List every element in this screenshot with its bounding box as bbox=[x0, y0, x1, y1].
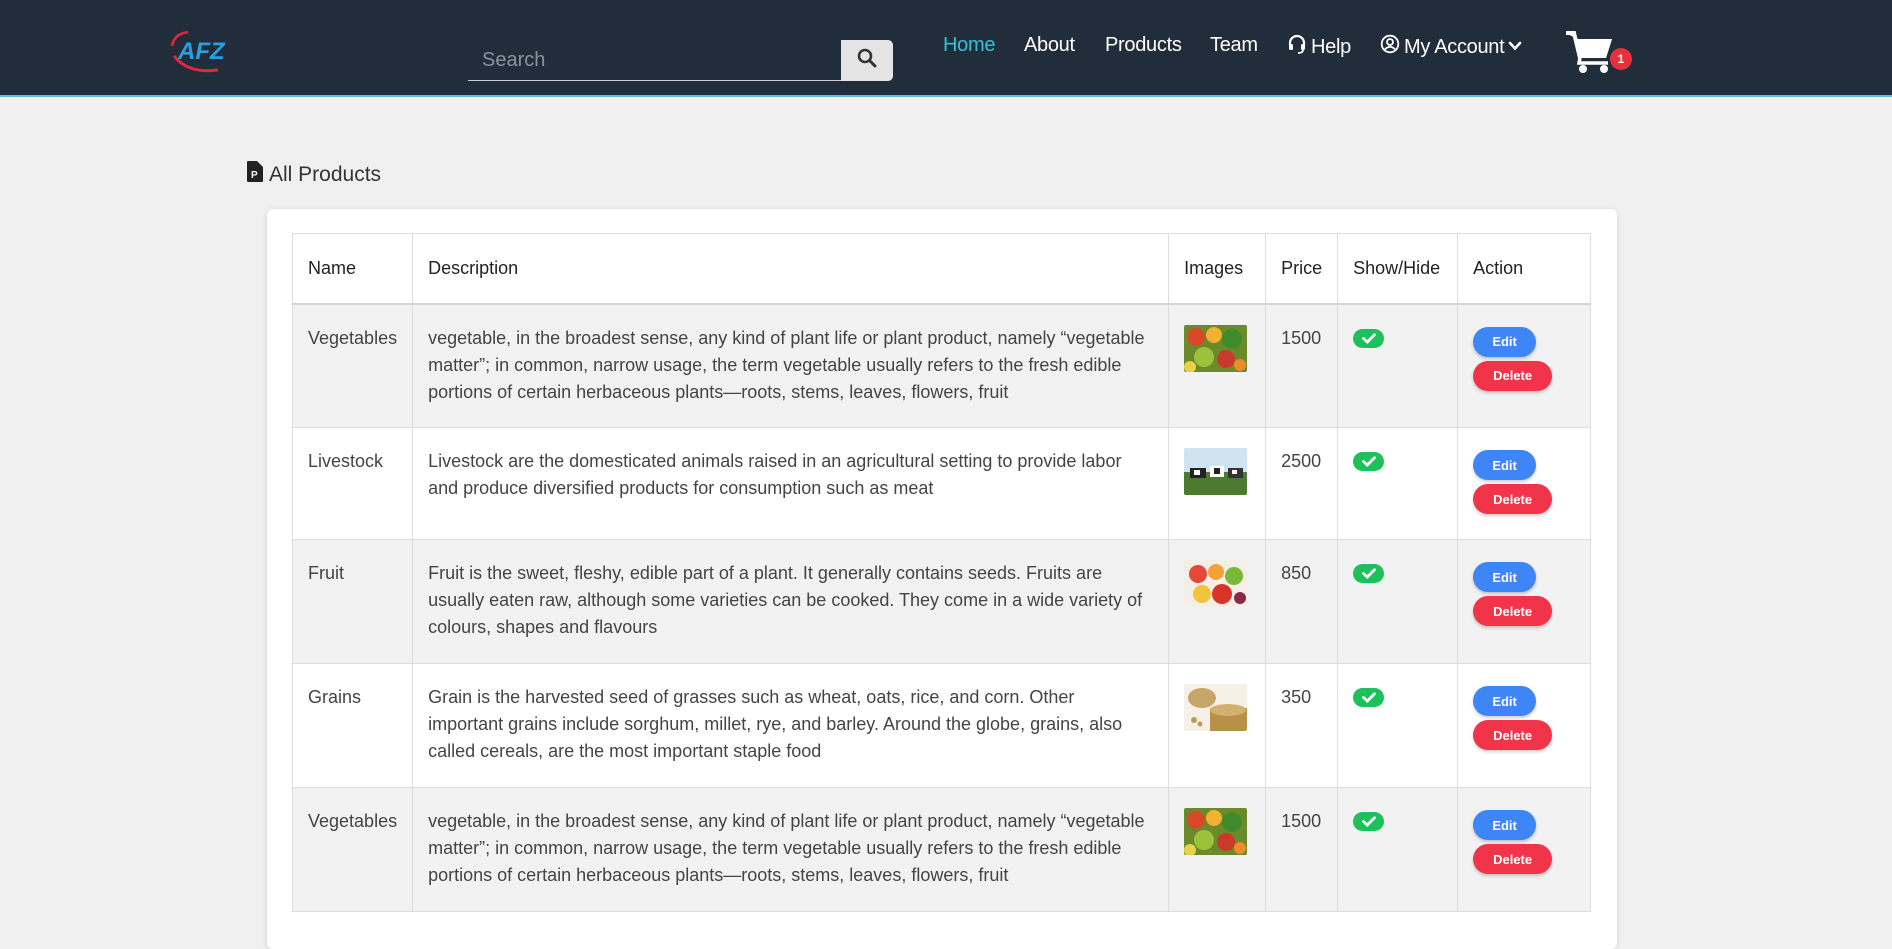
product-price: 850 bbox=[1265, 539, 1339, 664]
nav-home[interactable]: Home bbox=[943, 34, 995, 57]
livestock-image bbox=[1184, 448, 1248, 495]
visibility-cell bbox=[1337, 787, 1459, 912]
visibility-cell bbox=[1337, 663, 1459, 788]
visibility-cell bbox=[1337, 539, 1459, 664]
edit-button[interactable]: Edit bbox=[1473, 450, 1537, 480]
nav-help[interactable]: Help bbox=[1287, 34, 1351, 60]
products-table: Name Description Images Price Show/Hide … bbox=[291, 233, 1591, 912]
search-input[interactable] bbox=[468, 40, 841, 81]
nav-my-account[interactable]: My Account bbox=[1380, 34, 1522, 60]
product-price: 2500 bbox=[1265, 427, 1339, 540]
product-price: 1500 bbox=[1265, 787, 1339, 912]
nav-products[interactable]: Products bbox=[1105, 34, 1182, 57]
grains-image bbox=[1184, 684, 1248, 731]
delete-button[interactable]: Delete bbox=[1473, 484, 1553, 514]
edit-button[interactable]: Edit bbox=[1473, 810, 1537, 840]
product-name: Grains bbox=[291, 663, 414, 788]
user-circle-icon bbox=[1380, 34, 1400, 60]
nav-help-label: Help bbox=[1311, 35, 1351, 58]
product-description: Livestock are the domesticated animals r… bbox=[412, 427, 1170, 540]
product-price: 1500 bbox=[1265, 303, 1339, 428]
table-header-row: Name Description Images Price Show/Hide … bbox=[291, 233, 1591, 305]
search-bar bbox=[468, 40, 893, 81]
delete-button[interactable]: Delete bbox=[1473, 844, 1553, 874]
search-button[interactable] bbox=[841, 40, 893, 81]
fruit-image bbox=[1184, 560, 1248, 607]
nav-home-label: Home bbox=[943, 34, 996, 56]
product-image-cell bbox=[1168, 427, 1267, 540]
table-row: Livestock Livestock are the domesticated… bbox=[291, 427, 1591, 540]
product-description: Fruit is the sweet, fleshy, edible part … bbox=[412, 539, 1170, 664]
product-name: Livestock bbox=[291, 427, 414, 540]
product-description: vegetable, in the broadest sense, any ki… bbox=[412, 303, 1170, 428]
product-name: Vegetables bbox=[291, 303, 414, 428]
check-icon bbox=[1361, 448, 1376, 475]
vegetables-image bbox=[1184, 808, 1248, 855]
nav-team[interactable]: Team bbox=[1210, 34, 1258, 57]
products-card: Name Description Images Price Show/Hide … bbox=[267, 209, 1617, 949]
shopping-cart-icon bbox=[1566, 31, 1614, 78]
column-header-action: Action bbox=[1457, 233, 1591, 305]
action-cell: Edit Delete bbox=[1457, 303, 1591, 428]
table-row: Vegetables vegetable, in the broadest se… bbox=[291, 303, 1591, 428]
top-navbar: AFZ Home About Products Team bbox=[0, 0, 1892, 97]
column-header-description: Description bbox=[412, 233, 1170, 305]
product-image-cell bbox=[1168, 303, 1267, 428]
nav-products-label: Products bbox=[1105, 34, 1182, 56]
visibility-toggle[interactable] bbox=[1353, 812, 1385, 831]
page-title: P All Products bbox=[247, 161, 381, 188]
nav-about[interactable]: About bbox=[1024, 34, 1075, 57]
visibility-toggle[interactable] bbox=[1353, 688, 1385, 707]
column-header-name: Name bbox=[291, 233, 414, 305]
chevron-down-icon bbox=[1508, 36, 1522, 59]
svg-text:AFZ: AFZ bbox=[177, 38, 226, 65]
visibility-toggle[interactable] bbox=[1353, 328, 1385, 348]
cart-count-badge: 1 bbox=[1610, 48, 1632, 70]
product-file-icon: P bbox=[247, 161, 263, 188]
action-cell: Edit Delete bbox=[1457, 427, 1591, 540]
product-name: Vegetables bbox=[291, 787, 414, 912]
visibility-toggle[interactable] bbox=[1353, 452, 1385, 471]
check-icon bbox=[1361, 684, 1376, 711]
delete-button[interactable]: Delete bbox=[1473, 596, 1553, 626]
product-image-cell bbox=[1168, 787, 1267, 912]
brand-logo[interactable]: AFZ bbox=[168, 26, 228, 76]
table-row: Fruit Fruit is the sweet, fleshy, edible… bbox=[291, 539, 1591, 664]
product-image-cell bbox=[1168, 663, 1267, 788]
visibility-cell bbox=[1337, 303, 1459, 428]
action-cell: Edit Delete bbox=[1457, 787, 1591, 912]
check-icon bbox=[1361, 808, 1376, 835]
delete-button[interactable]: Delete bbox=[1473, 720, 1553, 750]
delete-button[interactable]: Delete bbox=[1473, 360, 1553, 391]
svg-text:P: P bbox=[251, 170, 258, 181]
action-cell: Edit Delete bbox=[1457, 539, 1591, 664]
column-header-price: Price bbox=[1265, 233, 1339, 305]
column-header-images: Images bbox=[1168, 233, 1267, 305]
visibility-toggle[interactable] bbox=[1353, 564, 1385, 583]
column-header-show-hide: Show/Hide bbox=[1337, 233, 1459, 305]
edit-button[interactable]: Edit bbox=[1473, 562, 1537, 592]
product-description: vegetable, in the broadest sense, any ki… bbox=[412, 787, 1170, 912]
search-icon bbox=[857, 48, 877, 73]
table-row: Vegetables vegetable, in the broadest se… bbox=[291, 787, 1591, 912]
visibility-cell bbox=[1337, 427, 1459, 540]
action-cell: Edit Delete bbox=[1457, 663, 1591, 788]
product-price: 350 bbox=[1265, 663, 1339, 788]
cart-button[interactable]: 1 bbox=[1566, 30, 1638, 76]
edit-button[interactable]: Edit bbox=[1473, 326, 1537, 357]
product-image-cell bbox=[1168, 539, 1267, 664]
nav-about-label: About bbox=[1024, 34, 1075, 56]
check-icon bbox=[1361, 560, 1376, 587]
nav-my-account-label: My Account bbox=[1404, 35, 1505, 58]
headset-icon bbox=[1287, 34, 1307, 60]
product-description: Grain is the harvested seed of grasses s… bbox=[412, 663, 1170, 788]
product-name: Fruit bbox=[291, 539, 414, 664]
check-icon bbox=[1361, 325, 1376, 352]
table-row: Grains Grain is the harvested seed of gr… bbox=[291, 663, 1591, 788]
edit-button[interactable]: Edit bbox=[1473, 686, 1537, 716]
page-title-text: All Products bbox=[269, 162, 382, 186]
nav-team-label: Team bbox=[1210, 34, 1258, 56]
vegetables-image bbox=[1184, 324, 1248, 372]
